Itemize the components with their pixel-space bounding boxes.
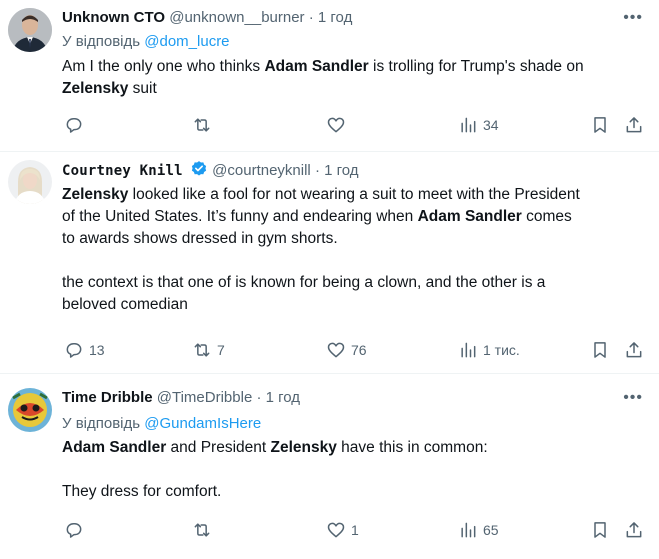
bookmark-icon: [594, 522, 606, 538]
bookmark-button[interactable]: [590, 338, 610, 362]
tweet-actions: 34: [62, 113, 649, 137]
share-button[interactable]: [624, 518, 644, 542]
reply-prefix: У відповідь: [62, 33, 141, 50]
bookmark-icon: [594, 342, 606, 358]
timestamp[interactable]: 1 год: [266, 389, 300, 406]
reply-prefix: У відповідь: [62, 415, 141, 432]
views-chart-icon: [461, 117, 476, 133]
reply-to-link[interactable]: @dom_lucre: [144, 33, 229, 50]
like-count: 76: [351, 342, 367, 358]
reply-icon: [66, 523, 82, 538]
retweet-count: 7: [217, 342, 225, 358]
bookmark-button[interactable]: [590, 113, 610, 137]
tweet-text: Adam Sandler and President Zelensky have…: [62, 439, 488, 500]
share-icon: [626, 342, 642, 358]
avatar[interactable]: [8, 8, 52, 52]
heart-icon: [327, 117, 345, 133]
retweet-button[interactable]: 7: [192, 338, 225, 362]
views-count: 65: [483, 522, 499, 538]
retweet-button[interactable]: [192, 113, 217, 137]
author-name[interactable]: Time Dribble: [62, 389, 153, 406]
views-button[interactable]: 34: [458, 113, 499, 137]
reply-context: У відповідь @dom_lucre: [62, 32, 230, 52]
views-chart-icon: [461, 522, 476, 538]
bookmark-button[interactable]: [590, 518, 610, 542]
avatar[interactable]: [8, 160, 52, 204]
views-chart-icon: [461, 342, 476, 358]
tweet[interactable]: Courtney Knill @courtneyknill · 1 год Ze…: [0, 152, 659, 374]
tweet[interactable]: Unknown CTO @unknown__burner · 1 год •••…: [0, 0, 659, 152]
reply-icon: [66, 343, 82, 358]
author-name[interactable]: Courtney Knill: [62, 163, 183, 179]
author-handle[interactable]: @courtneyknill: [212, 162, 311, 179]
reply-count: 13: [89, 342, 105, 358]
like-button[interactable]: 1: [326, 518, 359, 542]
heart-icon: [327, 342, 345, 358]
views-button[interactable]: 1 тис.: [458, 338, 520, 362]
separator-dot: ·: [256, 389, 262, 406]
share-button[interactable]: [624, 113, 644, 137]
reply-button[interactable]: [64, 113, 89, 137]
timestamp[interactable]: 1 год: [324, 162, 358, 179]
share-icon: [626, 117, 642, 133]
tweet[interactable]: Time Dribble @TimeDribble · 1 год ••• У …: [0, 374, 659, 559]
reply-icon: [66, 118, 82, 133]
reply-context: У відповідь @GundamIsHere: [62, 414, 261, 434]
share-icon: [626, 522, 642, 538]
like-button[interactable]: [326, 113, 351, 137]
like-count: 1: [351, 522, 359, 538]
tweet-text: Zelensky looked like a fool for not wear…: [62, 186, 580, 313]
retweet-button[interactable]: [192, 518, 217, 542]
like-button[interactable]: 76: [326, 338, 367, 362]
retweet-icon: [194, 523, 210, 537]
views-count: 1 тис.: [483, 342, 520, 358]
timestamp[interactable]: 1 год: [318, 9, 352, 26]
tweet-text: Am I the only one who thinks Adam Sandle…: [62, 58, 584, 97]
share-button[interactable]: [624, 338, 644, 362]
bookmark-icon: [594, 117, 606, 133]
retweet-icon: [194, 118, 210, 132]
avatar[interactable]: [8, 388, 52, 432]
author-handle[interactable]: @TimeDribble: [157, 389, 253, 406]
reply-to-link[interactable]: @GundamIsHere: [144, 415, 261, 432]
separator-dot: ·: [308, 9, 314, 26]
heart-icon: [327, 522, 345, 538]
tweet-actions: 13 7 76 1 тис.: [62, 338, 649, 362]
author-name[interactable]: Unknown CTO: [62, 9, 165, 26]
separator-dot: ·: [314, 162, 320, 179]
author-handle[interactable]: @unknown__burner: [169, 9, 304, 26]
views-button[interactable]: 65: [458, 518, 499, 542]
reply-button[interactable]: [64, 518, 89, 542]
verified-badge-icon: [191, 161, 207, 176]
tweet-actions: 1 65: [62, 518, 649, 542]
retweet-icon: [194, 343, 210, 357]
more-dots-icon[interactable]: •••: [623, 8, 643, 28]
reply-button[interactable]: 13: [64, 338, 105, 362]
more-dots-icon[interactable]: •••: [623, 388, 643, 408]
